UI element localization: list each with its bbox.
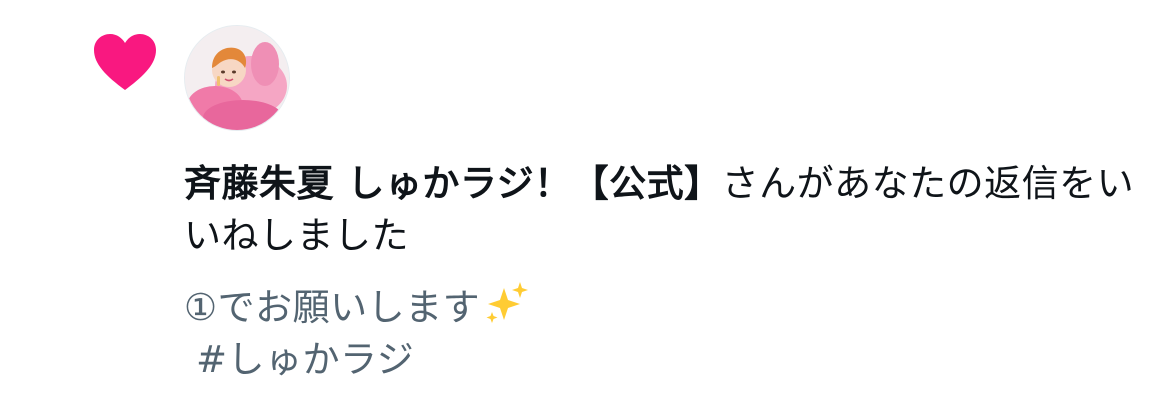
heart-icon <box>94 34 156 90</box>
tweet-preview[interactable]: ①でお願いします #しゅかラジ <box>184 280 1144 386</box>
actor-name[interactable]: 斉藤朱夏 しゅかラジ！【公式】 <box>184 162 722 205</box>
sparkles-icon <box>486 282 529 323</box>
user-avatar[interactable] <box>184 25 290 131</box>
notification-text: 斉藤朱夏 しゅかラジ！【公式】さんがあなたの返信をいいねしました <box>184 158 1144 262</box>
tweet-text-line: ①でお願いします <box>184 280 1144 334</box>
hashtag[interactable]: #しゅかラジ <box>196 338 414 381</box>
avatar-image <box>185 26 289 130</box>
tweet-text: ①でお願いします <box>184 286 481 329</box>
hashtag-line: #しゅかラジ <box>184 334 1144 386</box>
